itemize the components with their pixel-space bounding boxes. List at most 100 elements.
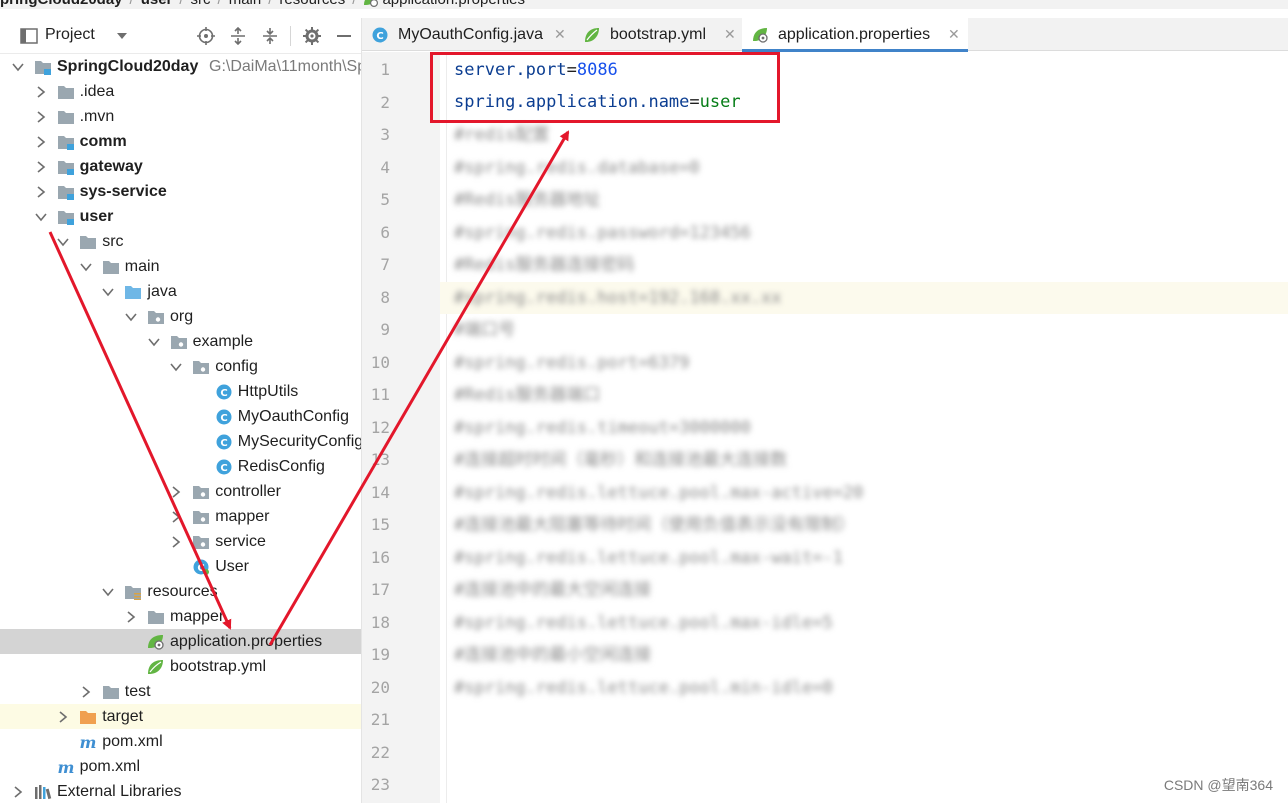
breadcrumb-project[interactable]: pringCloud20day <box>0 0 123 9</box>
tree-item-target[interactable]: target <box>0 704 361 729</box>
chevron-down-icon[interactable] <box>147 336 160 348</box>
hide-panel-icon[interactable] <box>335 27 353 45</box>
excluded-folder-icon <box>80 711 97 724</box>
code-line-blurred[interactable]: #连接池中的最小空闲连接 <box>454 639 651 671</box>
gear-icon[interactable] <box>303 27 321 45</box>
chevron-right-icon[interactable] <box>35 86 47 98</box>
code-line-blurred[interactable]: #spring.redis.lettuce.pool.max-wait=-1 <box>454 542 843 574</box>
chevron-right-icon[interactable] <box>35 111 47 123</box>
code-line-blurred[interactable]: #连接池最大阻塞等待时间（使用负值表示没有限制） <box>454 509 855 541</box>
svg-text:m: m <box>57 759 74 775</box>
tree-item-controller[interactable]: controller <box>0 479 361 504</box>
expand-all-icon[interactable] <box>229 27 247 45</box>
tree-item-example[interactable]: example <box>0 329 361 354</box>
breadcrumb-resources[interactable]: resources <box>279 0 345 9</box>
code-line-blurred[interactable]: #spring.redis.database=0 <box>454 152 700 184</box>
chevron-right-icon[interactable] <box>35 161 47 173</box>
line-number: 12 <box>370 417 390 437</box>
tree-item-pom-user[interactable]: m pom.xml <box>0 729 361 754</box>
breadcrumb-main[interactable]: main <box>229 0 262 9</box>
tree-item-idea[interactable]: .idea <box>0 79 361 104</box>
code-line-blurred[interactable]: #spring.redis.lettuce.pool.min-idle=0 <box>454 672 833 704</box>
folder-icon <box>57 111 74 124</box>
code-line-blurred[interactable]: #spring.redis.port=6379 <box>454 347 689 379</box>
code-line-blurred[interactable]: #spring.redis.password=123456 <box>454 217 751 249</box>
chevron-right-icon[interactable] <box>57 711 69 723</box>
tree-item-resources[interactable]: resources <box>0 579 361 604</box>
tree-item-mysecurityconfig[interactable]: C MySecurityConfig <box>0 429 361 454</box>
tree-item-application-properties[interactable]: application.properties <box>0 629 361 654</box>
close-icon[interactable]: ✕ <box>724 18 736 51</box>
chevron-right-icon[interactable] <box>12 786 24 798</box>
tree-item-label: controller <box>215 483 281 500</box>
close-icon[interactable]: ✕ <box>554 18 566 51</box>
code-line-blurred[interactable]: #redis配置 <box>454 119 549 151</box>
tree-item-httputils[interactable]: C HttpUtils <box>0 379 361 404</box>
chevron-right-icon[interactable] <box>170 536 182 548</box>
code-line-blurred[interactable]: #连接池中的最大空闲连接 <box>454 574 651 606</box>
chevron-down-icon[interactable] <box>34 211 47 223</box>
chevron-down-icon[interactable] <box>170 361 182 373</box>
tree-item-config[interactable]: config <box>0 354 361 379</box>
tree-item-redisconfig[interactable]: C RedisConfig <box>0 454 361 479</box>
line-number: 14 <box>370 482 390 502</box>
chevron-right-icon[interactable] <box>80 686 92 698</box>
tree-item-java[interactable]: java <box>0 279 361 304</box>
breadcrumb-file[interactable]: application.properties <box>382 0 525 9</box>
folder-icon <box>102 686 119 699</box>
code-line-blurred[interactable]: #spring.redis.host=192.168.xx.xx <box>454 282 782 314</box>
tree-item-user-class[interactable]: C User <box>0 554 361 579</box>
code-editor[interactable]: 1 2 3 4 5 6 7 8 9 10 11 12 13 14 15 16 17 18 19 20 21 22 23 se… <box>362 52 1288 803</box>
breadcrumb-src[interactable]: src <box>191 0 211 9</box>
tree-item-mapper-resources[interactable]: mapper <box>0 604 361 629</box>
chevron-right-icon[interactable] <box>35 136 47 148</box>
tree-item-src[interactable]: src <box>0 229 361 254</box>
chevron-right-icon[interactable] <box>170 511 182 523</box>
project-module-icon <box>35 61 51 75</box>
chevron-right-icon[interactable] <box>35 186 47 198</box>
close-icon[interactable]: ✕ <box>948 18 960 51</box>
tree-item-mvn[interactable]: .mvn <box>0 104 361 129</box>
tree-item-main[interactable]: main <box>0 254 361 279</box>
code-line-blurred[interactable]: #spring.redis.lettuce.pool.max-active=20 <box>454 477 863 509</box>
highlight-box <box>430 52 780 123</box>
chevron-right-icon[interactable] <box>125 611 137 623</box>
code-line-blurred[interactable]: #连接超时时间（毫秒）和连接池最大连接数 <box>454 444 787 476</box>
locate-icon[interactable] <box>197 27 215 45</box>
tree-item-service[interactable]: service <box>0 529 361 554</box>
code-line-blurred[interactable]: #Redis服务器地址 <box>454 184 600 216</box>
tree-item-pom-root[interactable]: m pom.xml <box>0 754 361 779</box>
code-line-blurred[interactable]: #Redis服务器连接密码 <box>454 249 634 281</box>
tree-item-comm[interactable]: comm <box>0 129 361 154</box>
tree-item-user[interactable]: user <box>0 204 361 229</box>
chevron-down-icon[interactable] <box>57 236 69 248</box>
tree-item-myoauthconfig[interactable]: C MyOauthConfig <box>0 404 361 429</box>
chevron-down-icon[interactable] <box>102 586 115 598</box>
chevron-down-icon[interactable] <box>102 286 115 298</box>
code-line-blurred[interactable]: #spring.redis.timeout=3000000 <box>454 412 751 444</box>
svg-text:m: m <box>80 734 97 750</box>
tab-myoauthconfig[interactable]: C MyOauthConfig.java ✕ <box>362 18 572 51</box>
code-line-blurred[interactable]: #Redis服务器端口 <box>454 379 600 411</box>
tree-item-org[interactable]: org <box>0 304 361 329</box>
tree-item-sys-service[interactable]: sys-service <box>0 179 361 204</box>
tab-application-properties[interactable]: application.properties ✕ <box>742 18 968 52</box>
code-line-blurred[interactable]: #端口号 <box>454 314 515 346</box>
tree-item-external-libraries[interactable]: External Libraries <box>0 779 361 803</box>
project-view-title[interactable]: Project <box>45 26 95 44</box>
tree-item-mapper-package[interactable]: mapper <box>0 504 361 529</box>
chevron-down-icon[interactable] <box>125 311 137 323</box>
chevron-down-icon[interactable] <box>80 261 92 273</box>
chevron-down-icon[interactable] <box>12 61 24 73</box>
tree-item-test[interactable]: test <box>0 679 361 704</box>
collapse-all-icon[interactable] <box>261 27 279 45</box>
tab-bootstrap-yml[interactable]: bootstrap.yml ✕ <box>574 18 742 51</box>
chevron-right-icon[interactable] <box>170 486 182 498</box>
breadcrumb-module[interactable]: user <box>141 0 173 9</box>
tree-item-bootstrap-yml[interactable]: bootstrap.yml <box>0 654 361 679</box>
tree-item-springcloud20day[interactable]: SpringCloud20day G:\DaiMa\11month\Sp <box>0 54 361 79</box>
code-line-blurred[interactable]: #spring.redis.lettuce.pool.max-idle=5 <box>454 607 833 639</box>
chevron-down-icon[interactable] <box>116 32 128 40</box>
tree-item-gateway[interactable]: gateway <box>0 154 361 179</box>
breadcrumb-separator: / <box>172 0 190 9</box>
